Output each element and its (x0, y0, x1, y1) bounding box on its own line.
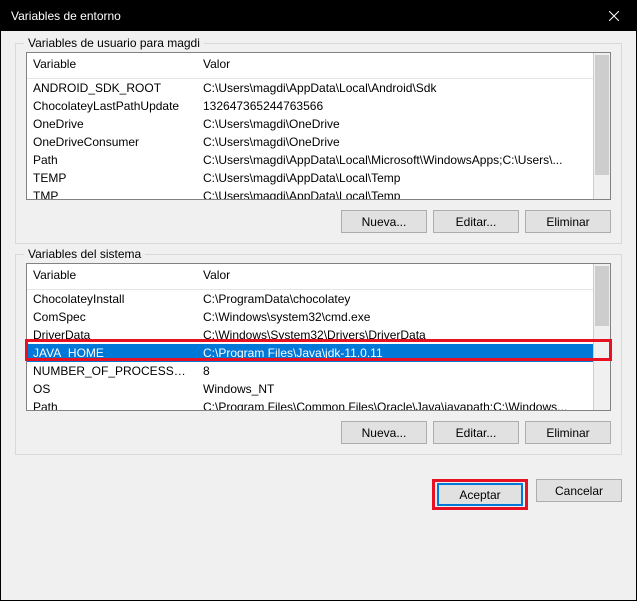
sys-vars-table-wrap: Variable Valor ChocolateyInstallC:\Progr… (26, 263, 611, 411)
table-row[interactable]: ANDROID_SDK_ROOTC:\Users\magdi\AppData\L… (27, 78, 593, 97)
sys-col-variable[interactable]: Variable (27, 264, 197, 289)
sys-var-cell: Path (27, 398, 197, 411)
ok-button[interactable]: Aceptar (437, 483, 523, 506)
sys-col-value[interactable]: Valor (197, 264, 593, 289)
user-var-cell: ChocolateyLastPathUpdate (27, 97, 197, 115)
user-col-value[interactable]: Valor (197, 53, 593, 78)
user-variables-group: Variables de usuario para magdi Variable… (15, 43, 622, 244)
table-row[interactable]: TEMPC:\Users\magdi\AppData\Local\Temp (27, 169, 593, 187)
ok-highlight: Aceptar (432, 479, 528, 510)
sys-vars-scrollbar[interactable] (593, 264, 610, 410)
cancel-button[interactable]: Cancelar (536, 479, 622, 502)
user-vars-table-wrap: Variable Valor ANDROID_SDK_ROOTC:\Users\… (26, 52, 611, 200)
user-col-variable[interactable]: Variable (27, 53, 197, 78)
sys-var-cell: DriverData (27, 326, 197, 344)
table-row[interactable]: DriverDataC:\Windows\System32\Drivers\Dr… (27, 326, 593, 344)
user-val-cell: 132647365244763566 (197, 97, 593, 115)
sys-vars-buttons: Nueva... Editar... Eliminar (26, 421, 611, 444)
user-var-cell: Path (27, 151, 197, 169)
table-row[interactable]: NUMBER_OF_PROCESSORS8 (27, 362, 593, 380)
sys-vars-header-row: Variable Valor (27, 264, 593, 289)
dialog-footer: Aceptar Cancelar (1, 473, 636, 522)
scroll-thumb[interactable] (595, 55, 609, 175)
user-var-cell: ANDROID_SDK_ROOT (27, 78, 197, 97)
table-row[interactable]: JAVA_HOMEC:\Program Files\Java\jdk-11.0.… (27, 344, 593, 362)
user-edit-button[interactable]: Editar... (433, 210, 519, 233)
user-var-cell: OneDriveConsumer (27, 133, 197, 151)
user-delete-button[interactable]: Eliminar (525, 210, 611, 233)
sys-var-cell: ChocolateyInstall (27, 289, 197, 308)
user-new-button[interactable]: Nueva... (341, 210, 427, 233)
sys-val-cell: C:\ProgramData\chocolatey (197, 289, 593, 308)
close-button[interactable] (591, 1, 636, 31)
table-row[interactable]: OneDriveConsumerC:\Users\magdi\OneDrive (27, 133, 593, 151)
sys-val-cell: C:\Windows\System32\Drivers\DriverData (197, 326, 593, 344)
sys-val-cell: Windows_NT (197, 380, 593, 398)
table-row[interactable]: ChocolateyInstallC:\ProgramData\chocolat… (27, 289, 593, 308)
scroll-thumb[interactable] (595, 266, 609, 326)
sys-new-button[interactable]: Nueva... (341, 421, 427, 444)
sys-vars-table[interactable]: Variable Valor ChocolateyInstallC:\Progr… (27, 264, 593, 410)
window-title: Variables de entorno (11, 9, 591, 23)
sys-vars-title: Variables del sistema (24, 247, 145, 261)
table-row[interactable]: OSWindows_NT (27, 380, 593, 398)
dialog-content: Variables de usuario para magdi Variable… (1, 31, 636, 473)
user-var-cell: OneDrive (27, 115, 197, 133)
system-variables-group: Variables del sistema Variable Valor Cho… (15, 254, 622, 455)
sys-val-cell: 8 (197, 362, 593, 380)
sys-var-cell: ComSpec (27, 308, 197, 326)
user-var-cell: TEMP (27, 169, 197, 187)
user-val-cell: C:\Users\magdi\AppData\Local\Temp (197, 169, 593, 187)
sys-edit-button[interactable]: Editar... (433, 421, 519, 444)
titlebar: Variables de entorno (1, 1, 636, 31)
table-row[interactable]: PathC:\Program Files\Common Files\Oracle… (27, 398, 593, 411)
user-vars-scrollbar[interactable] (593, 53, 610, 199)
sys-var-cell: NUMBER_OF_PROCESSORS (27, 362, 197, 380)
sys-val-cell: C:\Program Files\Common Files\Oracle\Jav… (197, 398, 593, 411)
sys-val-cell: C:\Windows\system32\cmd.exe (197, 308, 593, 326)
user-val-cell: C:\Users\magdi\AppData\Local\Microsoft\W… (197, 151, 593, 169)
user-val-cell: C:\Users\magdi\OneDrive (197, 115, 593, 133)
user-vars-table[interactable]: Variable Valor ANDROID_SDK_ROOTC:\Users\… (27, 53, 593, 199)
table-row[interactable]: TMPC:\Users\magdi\AppData\Local\Temp (27, 187, 593, 200)
sys-var-cell: OS (27, 380, 197, 398)
user-vars-header-row: Variable Valor (27, 53, 593, 78)
user-var-cell: TMP (27, 187, 197, 200)
sys-val-cell: C:\Program Files\Java\jdk-11.0.11 (197, 344, 593, 362)
user-val-cell: C:\Users\magdi\AppData\Local\Android\Sdk (197, 78, 593, 97)
user-vars-title: Variables de usuario para magdi (24, 36, 204, 50)
table-row[interactable]: ComSpecC:\Windows\system32\cmd.exe (27, 308, 593, 326)
sys-var-cell: JAVA_HOME (27, 344, 197, 362)
table-row[interactable]: ChocolateyLastPathUpdate1326473652447635… (27, 97, 593, 115)
sys-delete-button[interactable]: Eliminar (525, 421, 611, 444)
user-vars-buttons: Nueva... Editar... Eliminar (26, 210, 611, 233)
user-val-cell: C:\Users\magdi\AppData\Local\Temp (197, 187, 593, 200)
table-row[interactable]: OneDriveC:\Users\magdi\OneDrive (27, 115, 593, 133)
user-val-cell: C:\Users\magdi\OneDrive (197, 133, 593, 151)
table-row[interactable]: PathC:\Users\magdi\AppData\Local\Microso… (27, 151, 593, 169)
close-icon (609, 11, 619, 21)
